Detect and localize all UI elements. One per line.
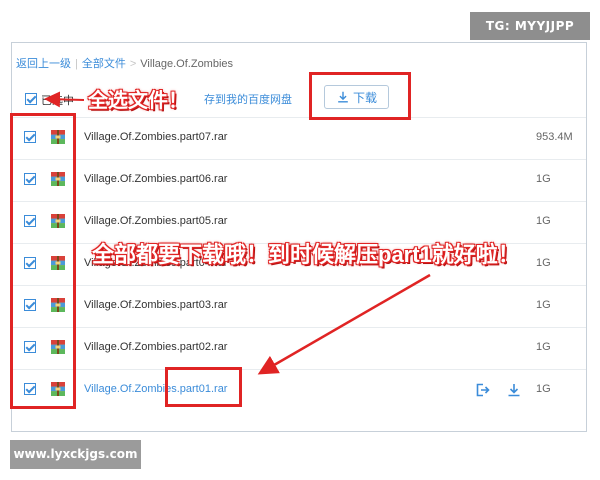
file-name[interactable]: Village.Of.Zombies.part07.rar bbox=[84, 131, 227, 143]
file-name[interactable]: Village.Of.Zombies.part05.rar bbox=[84, 215, 227, 227]
download-icon[interactable] bbox=[506, 382, 522, 398]
selected-count-label: 已选中 bbox=[41, 95, 74, 107]
file-row[interactable]: Village.Of.Zombies.part03.rar 1G bbox=[12, 285, 586, 327]
file-size: 1G bbox=[536, 299, 551, 311]
tg-watermark: TG: MYYJJPP bbox=[470, 12, 590, 40]
select-all-checkbox[interactable] bbox=[25, 93, 37, 105]
save-to-cloud-button[interactable]: 存到我的百度网盘 bbox=[204, 91, 292, 107]
file-row[interactable]: Village.Of.Zombies.part07.rar 953.4M bbox=[12, 117, 586, 159]
file-size: 1G bbox=[536, 215, 551, 227]
file-size: 1G bbox=[536, 383, 551, 395]
file-size: 1G bbox=[536, 341, 551, 353]
breadcrumb: 返回上一级 | 全部文件 > Village.Of.Zombies bbox=[16, 55, 233, 71]
file-size: 1G bbox=[536, 173, 551, 185]
file-name[interactable]: Village.Of.Zombies.part03.rar bbox=[84, 299, 227, 311]
file-row[interactable]: Village.Of.Zombies.part06.rar 1G bbox=[12, 159, 586, 201]
file-name[interactable]: Village.Of.Zombies.part02.rar bbox=[84, 341, 227, 353]
highlight-box-part01 bbox=[165, 367, 242, 407]
highlight-box-download bbox=[309, 72, 411, 120]
share-icon[interactable] bbox=[474, 382, 490, 398]
breadcrumb-all-files-link[interactable]: 全部文件 bbox=[82, 58, 126, 70]
file-size: 1G bbox=[536, 257, 551, 269]
file-row[interactable]: Village.Of.Zombies.part01.rar 1G bbox=[12, 369, 586, 411]
breadcrumb-current-folder: Village.Of.Zombies bbox=[140, 58, 234, 70]
file-name[interactable]: Village.Of.Zombies.part06.rar bbox=[84, 173, 227, 185]
breadcrumb-separator: | bbox=[75, 58, 78, 70]
file-row[interactable]: Village.Of.Zombies.part02.rar 1G bbox=[12, 327, 586, 369]
file-size: 953.4M bbox=[536, 131, 573, 143]
breadcrumb-back-link[interactable]: 返回上一级 bbox=[16, 58, 71, 70]
highlight-box-checkboxes bbox=[10, 113, 76, 409]
annotation-select-all: 全选文件！ bbox=[88, 90, 188, 112]
site-watermark: www.lyxckjgs.com bbox=[10, 440, 141, 469]
annotation-download-all: 全部都要下载哦！到时候解压part1就好啦！ bbox=[92, 242, 520, 267]
breadcrumb-separator: > bbox=[129, 58, 137, 70]
